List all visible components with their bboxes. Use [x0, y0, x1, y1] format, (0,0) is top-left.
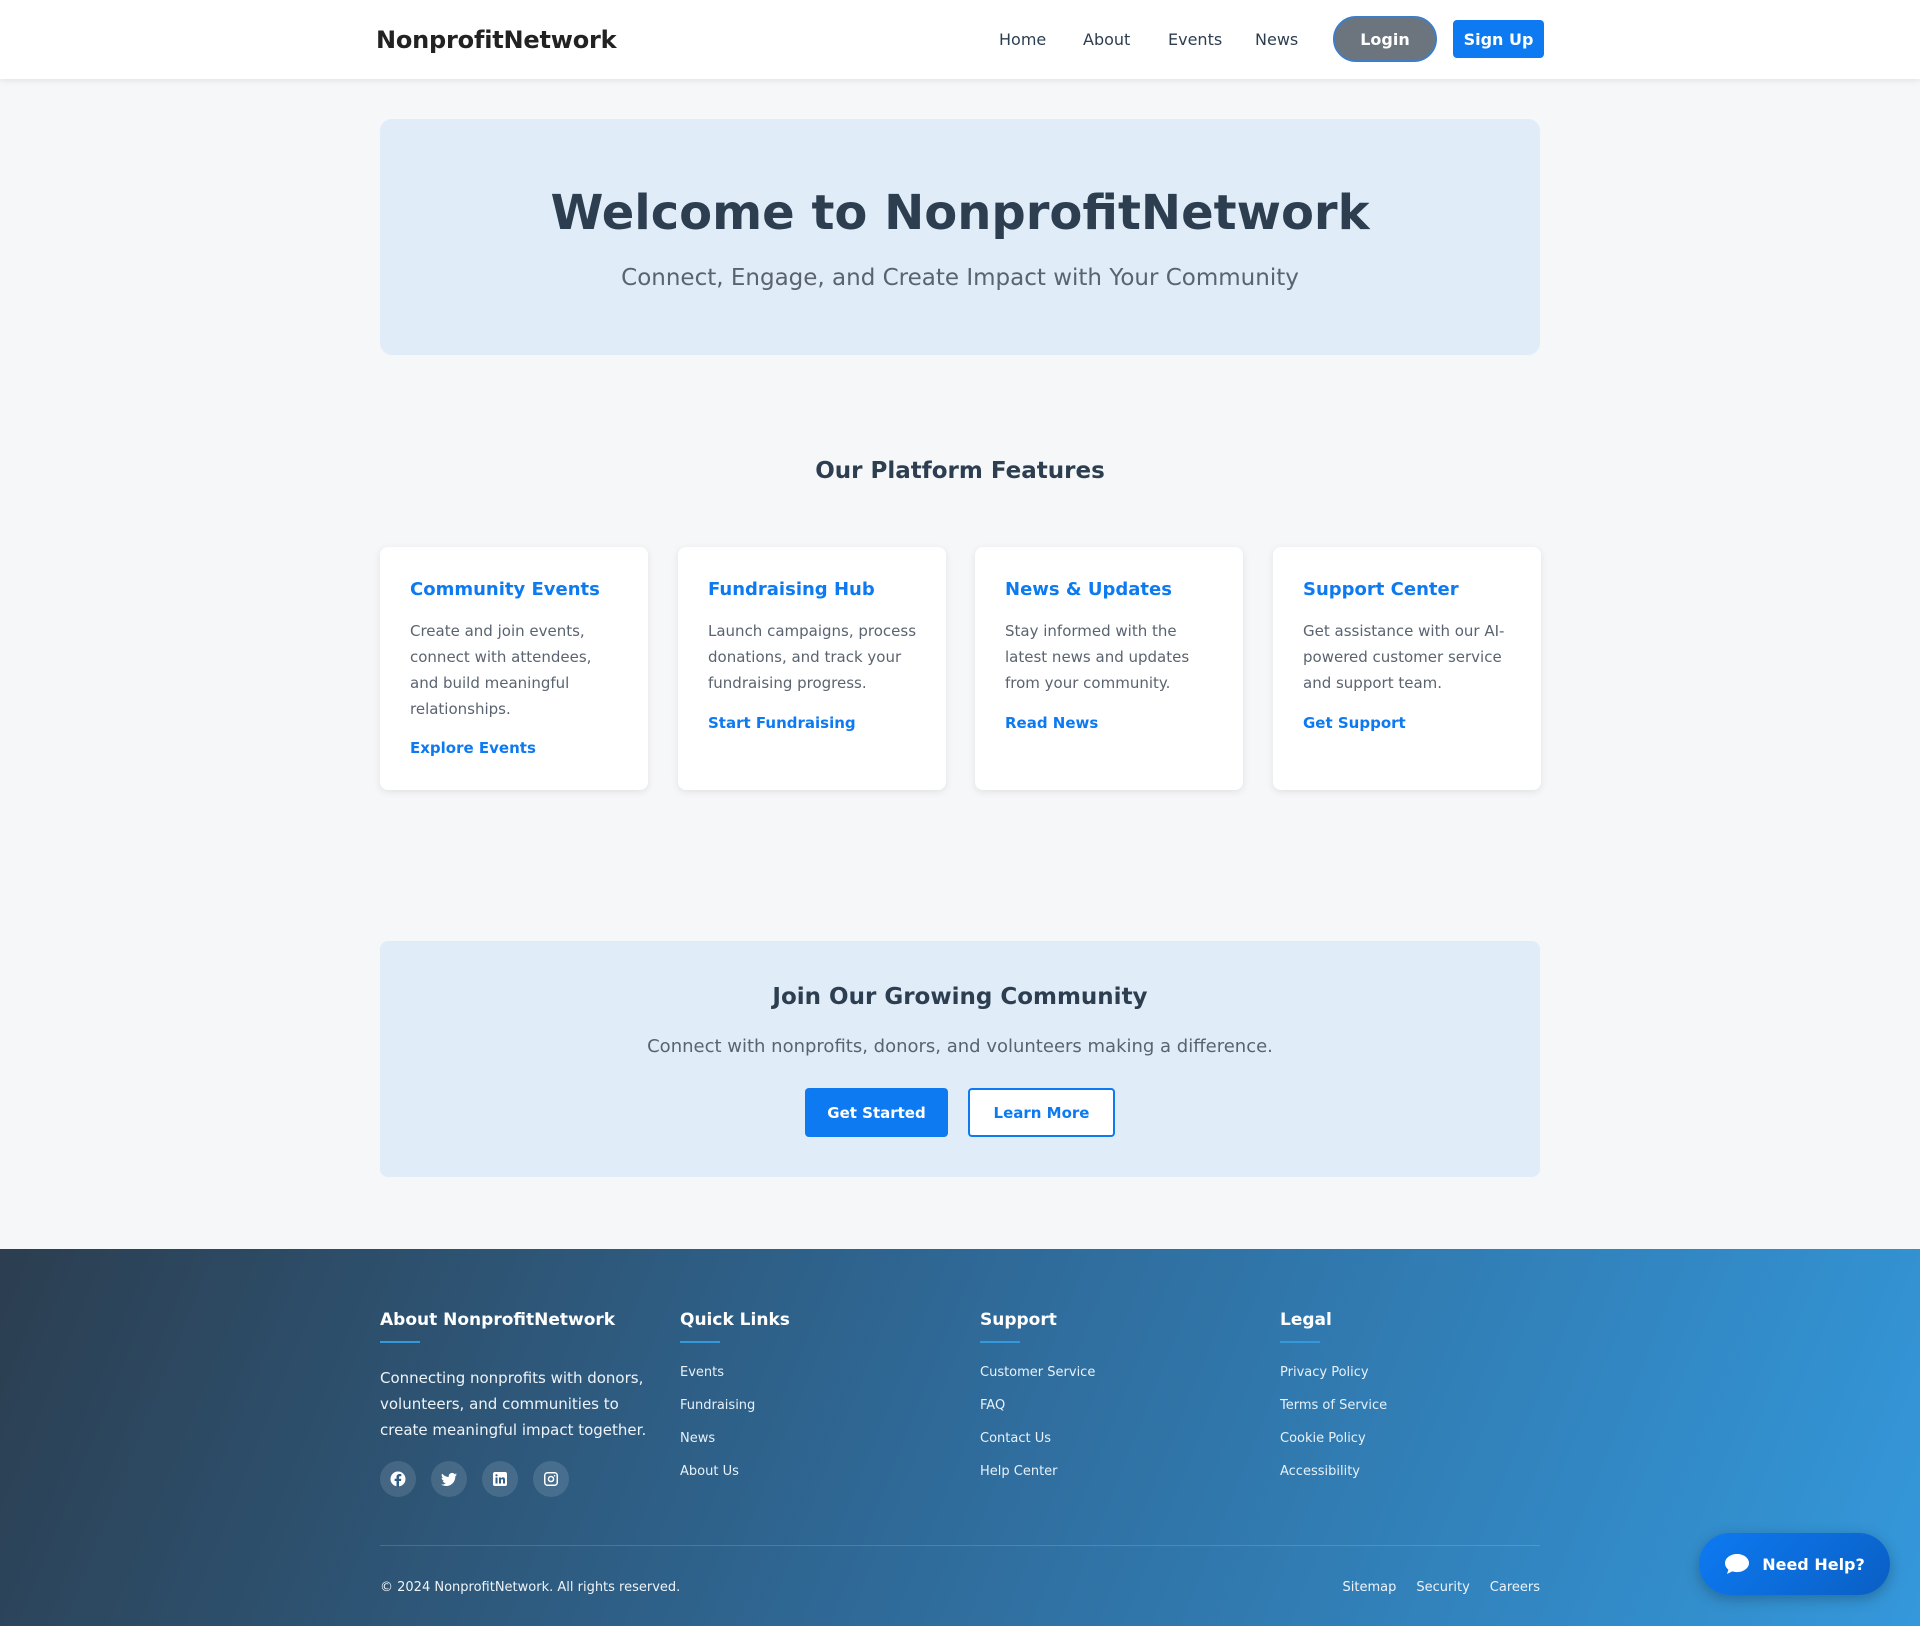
linkedin-icon[interactable]: [482, 1461, 518, 1497]
footer-link-customer-service[interactable]: Customer Service: [980, 1364, 1095, 1397]
feature-card-text: Create and join events, connect with att…: [410, 622, 592, 718]
signup-button[interactable]: Sign Up: [1453, 20, 1544, 58]
feature-card-news-updates: News & Updates Stay informed with the la…: [975, 547, 1243, 790]
hero-title: Welcome to NonprofitNetwork: [550, 185, 1370, 241]
footer-divider: [380, 1545, 1540, 1546]
footer-link-accessibility[interactable]: Accessibility: [1280, 1463, 1387, 1496]
footer-link-cookie-policy[interactable]: Cookie Policy: [1280, 1430, 1387, 1463]
heading-underline: [1280, 1341, 1320, 1343]
heading-underline: [680, 1341, 720, 1343]
feature-card-text: Stay informed with the latest news and u…: [1005, 622, 1190, 692]
footer-link-help-center[interactable]: Help Center: [980, 1463, 1095, 1496]
read-news-link[interactable]: Read News: [1005, 714, 1098, 732]
need-help-button[interactable]: Need Help?: [1699, 1533, 1890, 1595]
feature-card-support-center: Support Center Get assistance with our A…: [1273, 547, 1541, 790]
nav-events[interactable]: Events: [1168, 30, 1222, 49]
cta-text: Connect with nonprofits, donors, and vol…: [647, 1036, 1273, 1057]
hero-subtitle: Connect, Engage, and Create Impact with …: [621, 265, 1299, 291]
feature-card-title: Community Events: [410, 579, 600, 600]
social-links: [380, 1461, 569, 1497]
feature-card-title: Fundraising Hub: [708, 579, 875, 600]
need-help-label: Need Help?: [1762, 1554, 1865, 1574]
feature-card-fundraising-hub: Fundraising Hub Launch campaigns, proces…: [678, 547, 946, 790]
footer-link-events[interactable]: Events: [680, 1364, 755, 1397]
footer-link-about-us[interactable]: About Us: [680, 1463, 755, 1496]
cta-title: Join Our Growing Community: [772, 984, 1148, 1010]
brand-logo[interactable]: NonprofitNetwork: [376, 26, 617, 54]
start-fundraising-link[interactable]: Start Fundraising: [708, 714, 856, 732]
footer-link-terms-of-service[interactable]: Terms of Service: [1280, 1397, 1387, 1430]
footer-heading: Legal: [1280, 1310, 1332, 1330]
learn-more-button[interactable]: Learn More: [968, 1088, 1115, 1137]
footer-heading: Support: [980, 1310, 1057, 1330]
instagram-icon[interactable]: [533, 1461, 569, 1497]
community-cta: Join Our Growing Community Connect with …: [380, 941, 1540, 1177]
copyright-text: © 2024 NonprofitNetwork. All rights rese…: [380, 1580, 681, 1595]
footer-link-contact-us[interactable]: Contact Us: [980, 1430, 1095, 1463]
footer-link-faq[interactable]: FAQ: [980, 1397, 1095, 1430]
feature-card-community-events: Community Events Create and join events,…: [380, 547, 648, 790]
features-title: Our Platform Features: [815, 458, 1105, 484]
explore-events-link[interactable]: Explore Events: [410, 739, 536, 757]
sitemap-link[interactable]: Sitemap: [1343, 1580, 1397, 1595]
chat-bubble-icon: [1725, 1554, 1750, 1574]
site-footer: About NonprofitNetwork Connecting nonpro…: [0, 1249, 1920, 1626]
heading-underline: [380, 1341, 420, 1343]
footer-link-privacy-policy[interactable]: Privacy Policy: [1280, 1364, 1387, 1397]
nav-home[interactable]: Home: [999, 30, 1046, 49]
site-header: NonprofitNetwork Home About Events News …: [0, 0, 1920, 79]
twitter-icon[interactable]: [431, 1461, 467, 1497]
facebook-icon[interactable]: [380, 1461, 416, 1497]
feature-card-title: News & Updates: [1005, 579, 1172, 600]
security-link[interactable]: Security: [1416, 1580, 1469, 1595]
nav-news[interactable]: News: [1255, 30, 1298, 49]
feature-card-title: Support Center: [1303, 579, 1459, 600]
get-support-link[interactable]: Get Support: [1303, 714, 1406, 732]
footer-heading: About NonprofitNetwork: [380, 1310, 616, 1330]
footer-bottom-links: Sitemap Security Careers: [1343, 1580, 1540, 1595]
feature-card-text: Launch campaigns, process donations, and…: [708, 622, 917, 692]
nav-about[interactable]: About: [1083, 30, 1130, 49]
hero-banner: Welcome to NonprofitNetwork Connect, Eng…: [380, 119, 1540, 355]
login-button[interactable]: Login: [1333, 16, 1437, 62]
footer-about-text: Connecting nonprofits with donors, volun…: [380, 1369, 647, 1439]
heading-underline: [980, 1341, 1020, 1343]
footer-heading: Quick Links: [680, 1310, 790, 1330]
feature-card-text: Get assistance with our AI-powered custo…: [1303, 622, 1505, 692]
careers-link[interactable]: Careers: [1490, 1580, 1540, 1595]
get-started-button[interactable]: Get Started: [805, 1088, 948, 1137]
footer-link-fundraising[interactable]: Fundraising: [680, 1397, 755, 1430]
footer-link-news[interactable]: News: [680, 1430, 755, 1463]
